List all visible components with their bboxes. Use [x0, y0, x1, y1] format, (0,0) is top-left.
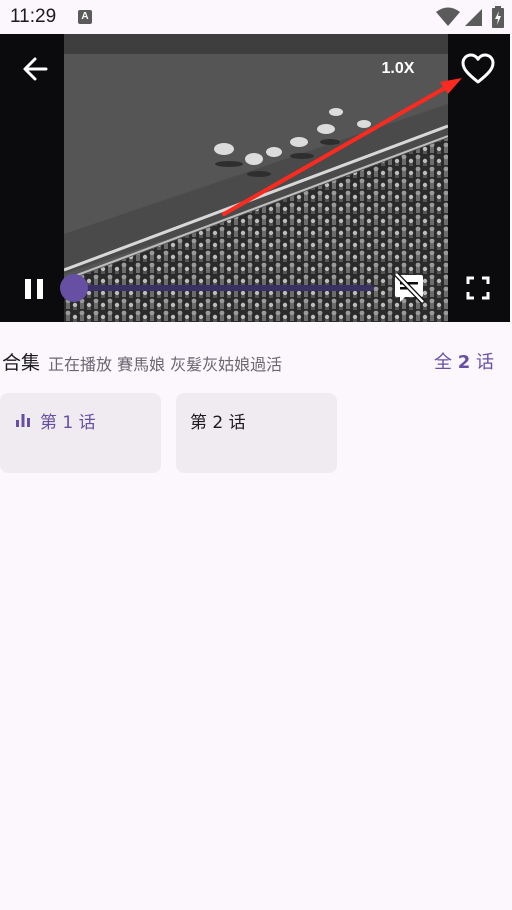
total-episodes-link[interactable]: 全 2 话 [434, 348, 494, 374]
collection-header: 合集 正在播放 賽馬娘 灰髮灰姑娘過活 全 2 话 [0, 346, 510, 376]
now-playing-bars-icon [16, 414, 30, 427]
back-button[interactable] [20, 54, 50, 84]
playback-speed-button[interactable]: 1.0X [372, 58, 424, 80]
wifi-icon [436, 7, 460, 26]
status-time: 11:29 [10, 6, 57, 27]
fullscreen-icon [466, 276, 490, 300]
signal-icon [465, 9, 482, 26]
total-count: 2 [457, 352, 471, 373]
notification-a-icon: A [78, 10, 92, 24]
status-icons [436, 6, 504, 28]
favorite-button[interactable] [460, 52, 496, 86]
seek-thumb[interactable] [60, 274, 88, 302]
pause-button[interactable] [22, 276, 46, 302]
back-arrow-icon [23, 57, 48, 81]
status-bar: 11:29 A [0, 0, 512, 34]
now-playing-text: 正在播放 賽馬娘 灰髮灰姑娘過活 [48, 355, 283, 374]
subtitles-toggle-button[interactable] [392, 272, 426, 304]
subtitles-off-icon [394, 272, 425, 304]
fullscreen-button[interactable] [464, 274, 492, 302]
total-suffix: 话 [476, 352, 494, 373]
heart-outline-icon [461, 53, 495, 84]
episode-card-1[interactable]: 第 1 话 [0, 393, 161, 473]
pause-icon [25, 279, 43, 299]
collection-title: 合集 [2, 352, 41, 374]
episode-label: 第 2 话 [190, 413, 246, 433]
seek-bar[interactable] [72, 285, 374, 291]
episode-label: 第 1 话 [40, 413, 96, 433]
total-prefix: 全 [434, 352, 452, 373]
battery-icon [492, 6, 504, 28]
video-player[interactable]: 1.0X [0, 34, 510, 322]
episode-card-2[interactable]: 第 2 话 [176, 393, 337, 473]
